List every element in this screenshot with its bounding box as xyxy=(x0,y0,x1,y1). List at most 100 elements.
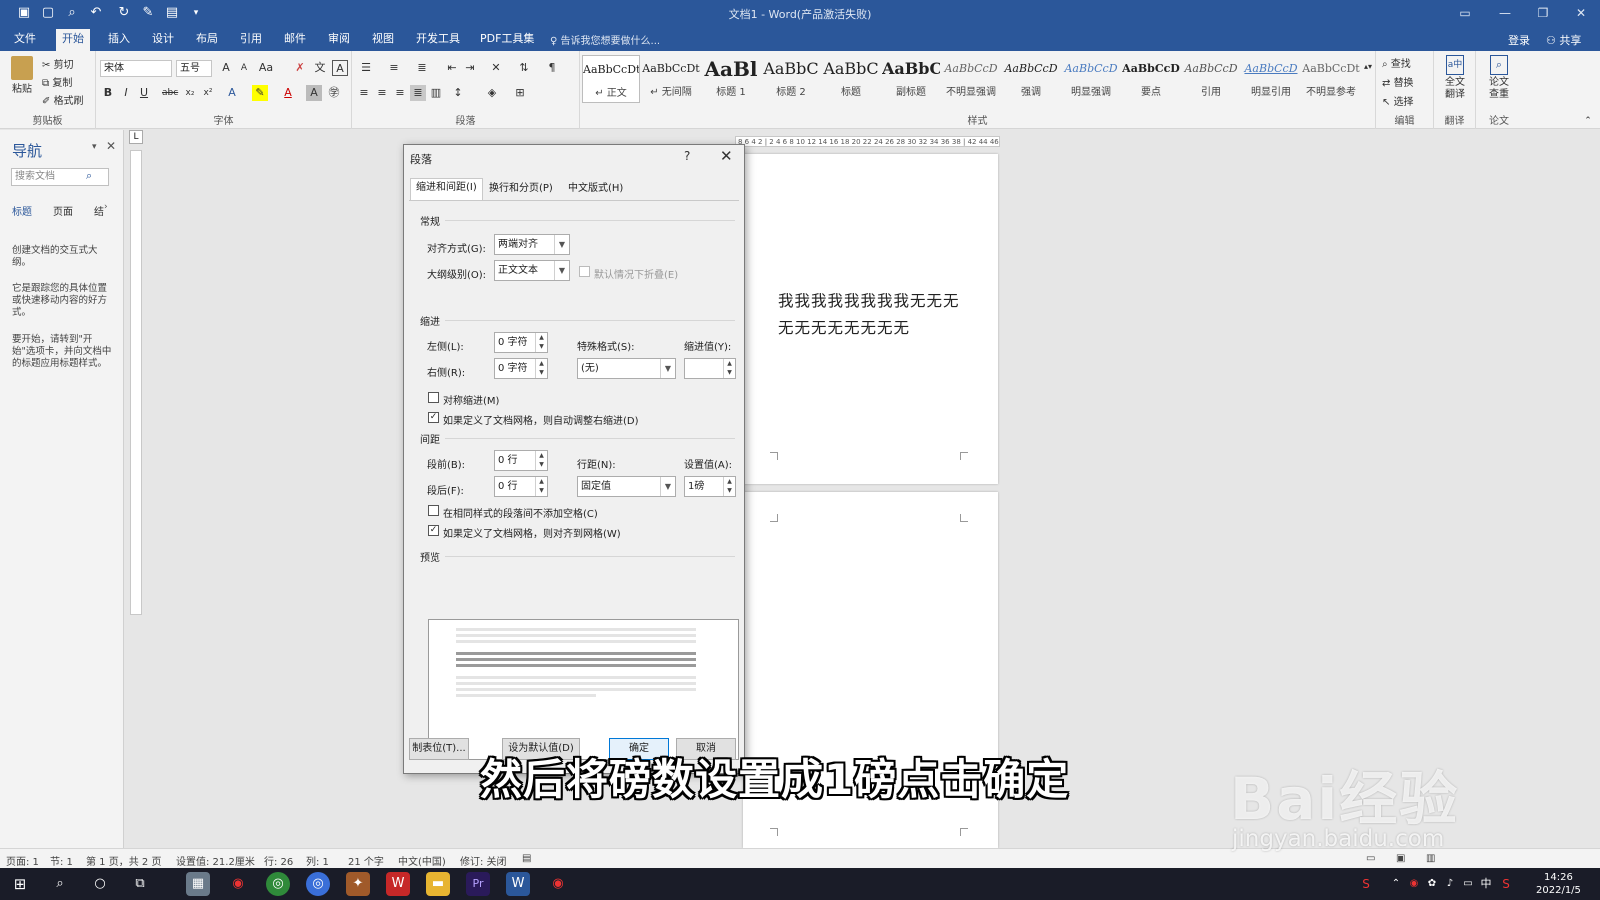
nav-scroll-right-icon[interactable]: › xyxy=(104,202,108,212)
spinner-arrows-icon[interactable]: ▲ ▼ xyxy=(535,333,547,352)
auto-right-indent-checkbox[interactable]: ✓ xyxy=(428,412,439,423)
alignment-select[interactable]: 两端对齐 ▼ xyxy=(494,234,570,255)
minimize-icon[interactable]: — xyxy=(1490,4,1520,22)
style-subtitle[interactable]: AaBbC 副标题 xyxy=(882,55,940,103)
align-center-icon[interactable]: ≡ xyxy=(374,85,390,101)
style-emphasis[interactable]: AaBbCcD 强调 xyxy=(1002,55,1060,103)
windows-start-icon[interactable]: ⊞ xyxy=(8,872,32,896)
italic-icon[interactable]: I xyxy=(118,85,134,101)
indent-by-input[interactable]: ▲ ▼ xyxy=(684,358,736,379)
tab-insert[interactable]: 插入 xyxy=(102,31,136,51)
format-painter-button[interactable]: ✐ 格式刷 xyxy=(42,92,84,107)
app-icon[interactable]: ▦ xyxy=(186,872,210,896)
app-icon[interactable]: ✦ xyxy=(346,872,370,896)
style-quote[interactable]: AaBbCcD 引用 xyxy=(1182,55,1240,103)
macro-record-icon[interactable]: ▤ xyxy=(522,853,531,864)
phonetic-icon[interactable]: 文 xyxy=(312,60,328,76)
font-color-icon[interactable]: A xyxy=(280,85,296,101)
spacing-at-input[interactable]: 1磅 ▲ ▼ xyxy=(684,476,736,497)
spinner-arrows-icon[interactable]: ▲ ▼ xyxy=(535,477,547,496)
right-indent-input[interactable]: 0 字符 ▲ ▼ xyxy=(494,358,548,379)
tab-line-page-breaks[interactable]: 换行和分页(P) xyxy=(484,180,558,200)
align-left-icon[interactable]: ≡ xyxy=(356,85,372,101)
paste-button[interactable]: 粘贴 xyxy=(8,56,36,96)
numbering-icon[interactable]: ≡ xyxy=(386,60,402,76)
ribbon-display-icon[interactable]: ▭ xyxy=(1450,4,1480,22)
word-icon[interactable]: W xyxy=(506,872,530,896)
share-button[interactable]: ⚇ 共享 xyxy=(1546,32,1581,48)
find-button[interactable]: ⌕ 查找 xyxy=(1382,55,1411,70)
sogou-icon[interactable]: S xyxy=(1354,872,1378,896)
style-intense-emphasis[interactable]: AaBbCcD 明显强调 xyxy=(1062,55,1120,103)
status-language[interactable]: 中文(中国) xyxy=(398,853,446,868)
no-space-same-style-checkbox[interactable] xyxy=(428,505,439,516)
style-strong[interactable]: AaBbCcD 要点 xyxy=(1122,55,1180,103)
char-border-icon[interactable]: A xyxy=(332,60,348,76)
status-section[interactable]: 节: 1 xyxy=(50,853,73,868)
space-before-input[interactable]: 0 行 ▲ ▼ xyxy=(494,450,548,471)
copy-button[interactable]: ⧉ 复制 xyxy=(42,74,72,89)
borders-icon[interactable]: ⊞ xyxy=(512,85,528,101)
spinner-arrows-icon[interactable]: ▲ ▼ xyxy=(723,477,735,496)
spinner-arrows-icon[interactable]: ▲ ▼ xyxy=(723,359,735,378)
clear-format-icon[interactable]: ✗ xyxy=(292,60,308,76)
dialog-close-icon[interactable]: ✕ xyxy=(720,147,733,165)
nav-options-icon[interactable]: ▾ xyxy=(92,142,97,152)
tell-me-box[interactable]: ♀ 告诉我您想要做什么... xyxy=(550,32,660,47)
strikethrough-icon[interactable]: abc xyxy=(162,85,178,101)
select-button[interactable]: ↖ 选择 xyxy=(1382,93,1414,108)
shading-icon[interactable]: ◈ xyxy=(484,85,500,101)
underline-icon[interactable]: U xyxy=(136,85,152,101)
style-no-spacing[interactable]: AaBbCcDt ↵ 无间隔 xyxy=(642,55,700,103)
nav-tab-results[interactable]: 结 xyxy=(94,203,104,218)
recorder-icon[interactable]: ◉ xyxy=(226,872,250,896)
cut-button[interactable]: ✂ 剪切 xyxy=(42,56,74,71)
style-title[interactable]: AaBbC 标题 xyxy=(822,55,880,103)
premiere-icon[interactable]: Pr xyxy=(466,872,490,896)
tab-mailings[interactable]: 邮件 xyxy=(278,31,312,51)
style-subtle-emphasis[interactable]: AaBbCcD 不明显强调 xyxy=(942,55,1000,103)
document-body-text[interactable]: 我我我我我我我我无无无无无无无无无无无 xyxy=(778,288,968,342)
bullets-icon[interactable]: ☰ xyxy=(358,60,374,76)
wps-icon[interactable]: W xyxy=(386,872,410,896)
chrome-icon[interactable]: ◎ xyxy=(266,872,290,896)
status-track-changes[interactable]: 修订: 关闭 xyxy=(460,853,507,868)
highlight-icon[interactable]: ✎ xyxy=(252,85,268,101)
read-mode-icon[interactable]: ▭ xyxy=(1366,853,1375,864)
web-layout-icon[interactable]: ▥ xyxy=(1426,853,1435,864)
tabs-button[interactable]: 制表位(T)... xyxy=(409,738,469,760)
decrease-indent-icon[interactable]: ⇤ xyxy=(444,60,460,76)
bold-icon[interactable]: B xyxy=(100,85,116,101)
search-icon[interactable]: ⌕ xyxy=(48,872,72,896)
task-view-icon[interactable]: ⧉ xyxy=(128,872,152,896)
mirror-indents-checkbox[interactable] xyxy=(428,392,439,403)
status-line[interactable]: 行: 26 xyxy=(264,853,293,868)
spinner-arrows-icon[interactable]: ▲ ▼ xyxy=(535,451,547,470)
tab-selector-icon[interactable]: L xyxy=(129,130,143,144)
snap-to-grid-checkbox[interactable]: ✓ xyxy=(428,525,439,536)
tab-view[interactable]: 视图 xyxy=(366,31,400,51)
text-effects-icon[interactable]: A xyxy=(224,85,240,101)
tab-indents-spacing[interactable]: 缩进和间距(I) xyxy=(410,178,483,201)
style-subtle-reference[interactable]: AaBbCcDt 不明显参考 xyxy=(1302,55,1360,103)
line-spacing-select[interactable]: 固定值 ▼ xyxy=(577,476,676,497)
line-spacing-icon[interactable]: ↕ xyxy=(450,85,466,101)
show-marks-icon[interactable]: ¶ xyxy=(544,60,560,76)
special-indent-select[interactable]: (无) ▼ xyxy=(577,358,676,379)
status-page[interactable]: 页面: 1 xyxy=(6,853,39,868)
tab-design[interactable]: 设计 xyxy=(146,31,180,51)
spinner-arrows-icon[interactable]: ▲ ▼ xyxy=(535,359,547,378)
tab-asian-typography[interactable]: 中文版式(H) xyxy=(563,180,628,200)
align-right-icon[interactable]: ≡ xyxy=(392,85,408,101)
asian-layout-icon[interactable]: ✕ xyxy=(488,60,504,76)
justify-icon[interactable]: ≣ xyxy=(410,85,426,101)
outline-level-select[interactable]: 正文文本 ▼ xyxy=(494,260,570,281)
nav-search-input[interactable]: 搜索文档 xyxy=(11,168,109,186)
multilevel-list-icon[interactable]: ≣ xyxy=(414,60,430,76)
increase-indent-icon[interactable]: ⇥ xyxy=(462,60,478,76)
styles-scroll-icon[interactable]: ▴▾ xyxy=(1360,59,1376,75)
tab-developer[interactable]: 开发工具 xyxy=(410,31,466,51)
distributed-icon[interactable]: ▥ xyxy=(428,85,444,101)
style-heading-2[interactable]: AaBbC 标题 2 xyxy=(762,55,820,103)
status-pages[interactable]: 第 1 页，共 2 页 xyxy=(86,853,161,868)
